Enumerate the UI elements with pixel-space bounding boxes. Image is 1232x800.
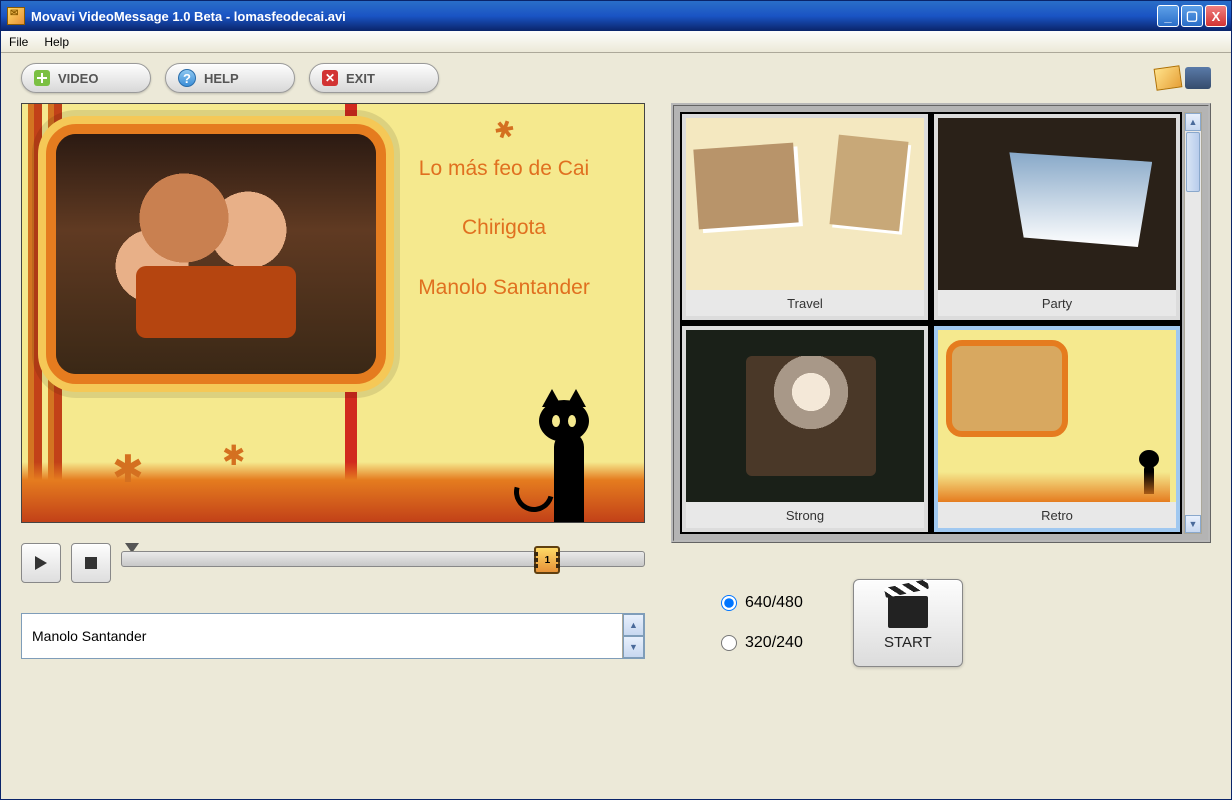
preview-line-3: Manolo Santander xyxy=(404,273,604,302)
scrollbar-track[interactable] xyxy=(1185,193,1201,515)
app-icon xyxy=(7,7,25,25)
template-card-travel[interactable]: Travel xyxy=(682,114,928,320)
preview-overlay-text: Lo más feo de Cai Chirigota Manolo Santa… xyxy=(404,154,604,332)
resolution-radios: 640/480 320/240 xyxy=(721,594,803,652)
menu-bar: File Help xyxy=(1,31,1231,53)
template-label: Strong xyxy=(686,502,924,528)
video-preview: ✱ ✱ ✱ Lo más feo de Cai Chirigota Manolo… xyxy=(21,103,645,523)
resolution-label: 640/480 xyxy=(745,594,803,612)
stop-icon xyxy=(85,557,97,569)
template-card-retro[interactable]: Retro xyxy=(934,326,1180,532)
star-icon: ✱ xyxy=(112,447,144,492)
toolbar: VIDEO ? HELP ✕ EXIT xyxy=(1,53,1231,103)
template-label: Retro xyxy=(938,502,1176,528)
preview-line-1: Lo más feo de Cai xyxy=(404,154,604,183)
scroll-down-button[interactable]: ▼ xyxy=(1185,515,1201,533)
start-button-label: START xyxy=(884,634,932,651)
slider-thumb[interactable]: 1 xyxy=(534,546,560,574)
star-icon: ✱ xyxy=(222,439,245,472)
maximize-button[interactable]: ▢ xyxy=(1181,5,1203,27)
minimize-button[interactable]: _ xyxy=(1157,5,1179,27)
help-icon: ? xyxy=(178,69,196,87)
timeline-slider[interactable]: 1 xyxy=(121,543,645,583)
video-button-label: VIDEO xyxy=(58,71,98,86)
start-button[interactable]: START xyxy=(853,579,963,667)
radio-320[interactable] xyxy=(721,635,737,651)
exit-icon: ✕ xyxy=(322,70,338,86)
template-card-party[interactable]: Party xyxy=(934,114,1180,320)
template-thumb xyxy=(686,330,924,502)
menu-file[interactable]: File xyxy=(9,35,28,49)
template-thumb xyxy=(938,118,1176,290)
exit-button-label: EXIT xyxy=(346,71,375,86)
radio-640[interactable] xyxy=(721,595,737,611)
scroll-up-button[interactable]: ▲ xyxy=(1185,113,1201,131)
exit-button[interactable]: ✕ EXIT xyxy=(309,63,439,93)
clapperboard-icon xyxy=(888,596,928,628)
template-label: Party xyxy=(938,290,1176,316)
menu-help[interactable]: Help xyxy=(44,35,69,49)
play-button[interactable] xyxy=(21,543,61,583)
template-thumb xyxy=(686,118,924,290)
caption-spinner: ▲ ▼ xyxy=(622,614,644,658)
spinner-down[interactable]: ▼ xyxy=(623,636,644,658)
template-card-strong[interactable]: Strong xyxy=(682,326,928,532)
resolution-option-320[interactable]: 320/240 xyxy=(721,634,803,652)
title-bar[interactable]: Movavi VideoMessage 1.0 Beta - lomasfeod… xyxy=(1,1,1231,31)
video-frame xyxy=(46,124,386,384)
slider-track[interactable]: 1 xyxy=(121,551,645,567)
template-thumb xyxy=(938,330,1176,502)
plus-icon xyxy=(34,70,50,86)
app-logo xyxy=(1155,67,1211,89)
spinner-up[interactable]: ▲ xyxy=(623,614,644,636)
template-scrollbar[interactable]: ▲ ▼ xyxy=(1184,112,1202,534)
scrollbar-thumb[interactable] xyxy=(1186,132,1200,192)
stop-button[interactable] xyxy=(71,543,111,583)
caption-input[interactable] xyxy=(22,614,622,658)
preview-line-2: Chirigota xyxy=(404,213,604,242)
envelope-icon xyxy=(1154,65,1183,90)
star-icon: ✱ xyxy=(490,113,519,147)
window-title: Movavi VideoMessage 1.0 Beta - lomasfeod… xyxy=(31,9,1157,24)
play-icon xyxy=(35,556,47,570)
resolution-label: 320/240 xyxy=(745,634,803,652)
caption-input-wrap: ▲ ▼ xyxy=(21,613,645,659)
frame-number: 1 xyxy=(545,555,551,566)
close-button[interactable]: X xyxy=(1205,5,1227,27)
cat-graphic xyxy=(534,372,624,522)
help-button-label: HELP xyxy=(204,71,239,86)
resolution-option-640[interactable]: 640/480 xyxy=(721,594,803,612)
video-button[interactable]: VIDEO xyxy=(21,63,151,93)
camera-icon xyxy=(1185,67,1211,89)
template-panel: Travel Party Strong Retro xyxy=(671,103,1211,543)
template-label: Travel xyxy=(686,290,924,316)
help-button[interactable]: ? HELP xyxy=(165,63,295,93)
